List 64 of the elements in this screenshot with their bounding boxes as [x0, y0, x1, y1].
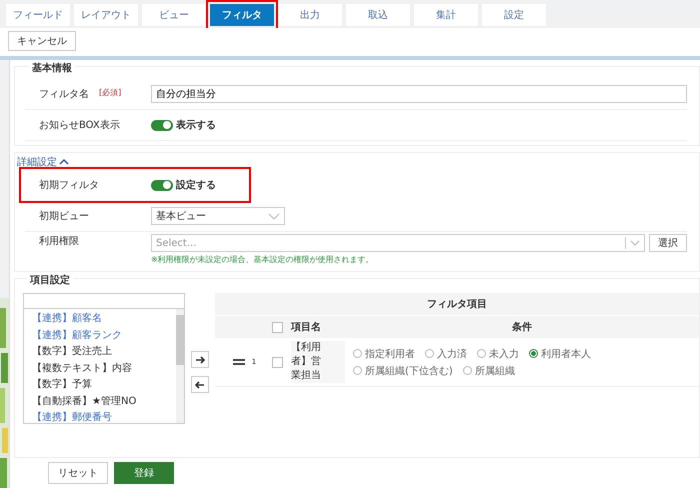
remove-button[interactable] — [191, 376, 209, 393]
tab[interactable]: 設定 — [482, 4, 546, 26]
tab[interactable]: 出力 — [278, 4, 342, 26]
search-field[interactable] — [23, 293, 185, 309]
tab[interactable]: フィールド — [6, 4, 70, 26]
list-item[interactable]: 【連携】顧客名 — [24, 311, 176, 328]
select-button[interactable]: 選択 — [649, 234, 687, 252]
option-label: 利用者本人 — [541, 348, 591, 360]
list-item[interactable]: 【自動採番】★管理NO — [24, 394, 176, 410]
cancel-button[interactable]: キャンセル — [8, 31, 76, 51]
chevron-down-icon — [268, 212, 280, 220]
submit-button[interactable]: 登録 — [114, 462, 174, 484]
radio-button[interactable] — [529, 349, 538, 358]
section-title: 基本情報 — [29, 61, 75, 75]
input-field[interactable]: 自分の担当分 — [151, 85, 687, 103]
details-toggle[interactable]: 詳細設定 — [17, 155, 69, 169]
table-cell-text: 【利用者】営業担当 — [291, 341, 322, 383]
tab[interactable]: 集計 — [414, 4, 478, 26]
option-label: 所属組織(下位含む) — [365, 364, 453, 378]
view-dropdown[interactable]: 基本ビュー — [151, 207, 285, 225]
field-label: お知らせBOX表示 — [39, 118, 121, 132]
drag-handle-icon — [233, 359, 245, 365]
list-item[interactable]: 【数字】受注売上 — [24, 344, 176, 360]
help-text: ※利用権限が未設定の場合、基本設定の権限が使用されます。 — [151, 254, 375, 265]
chevron-down-icon — [625, 237, 640, 249]
toggle-switch[interactable] — [151, 180, 173, 190]
field-label: 初期ビュー — [39, 210, 90, 223]
radio-button[interactable] — [353, 349, 362, 358]
toggle-label: 表示する — [176, 118, 216, 132]
radio-button[interactable] — [462, 366, 472, 375]
radio-button[interactable] — [353, 366, 362, 375]
radio-button[interactable] — [477, 349, 486, 358]
option-label: 未入力 — [489, 348, 519, 360]
chevron-icon — [59, 158, 69, 166]
field-label: フィルタ名 — [39, 88, 89, 101]
arrow-left-icon — [195, 380, 205, 390]
add-button[interactable] — [191, 351, 209, 368]
field-label: 初期フィルタ — [39, 178, 100, 192]
section-title: 項目設定 — [27, 273, 73, 287]
checkbox[interactable] — [272, 356, 282, 368]
scrollbar[interactable] — [176, 309, 184, 423]
column-header: 条件 — [512, 322, 532, 333]
arrow-right-icon — [195, 354, 205, 364]
tab[interactable]: フィルタ — [210, 4, 274, 26]
reset-button[interactable]: リセット — [48, 462, 108, 484]
list-item[interactable]: 【連携】顧客ランク — [24, 328, 176, 344]
field-label: 利用権限 — [39, 234, 80, 248]
list-item[interactable]: 【数字】予算 — [24, 377, 176, 394]
list-item[interactable]: 【連携】郵便番号 — [24, 410, 176, 423]
tab[interactable]: 取込 — [346, 4, 410, 26]
table-title: フィルタ項目 — [427, 298, 487, 311]
toggle-label: 設定する — [176, 178, 216, 192]
tab[interactable]: レイアウト — [74, 4, 138, 26]
toggle-switch[interactable] — [151, 120, 173, 130]
required-mark: [必須] — [99, 87, 122, 99]
list-item[interactable]: 【複数テキスト】内容 — [24, 360, 176, 377]
radio-button[interactable] — [425, 349, 434, 358]
option-label: 入力済 — [437, 348, 467, 360]
tab[interactable]: ビュー — [142, 4, 206, 26]
option-label: 指定利用者 — [365, 348, 415, 360]
option-label: 所属組織 — [474, 364, 515, 378]
checkbox[interactable] — [272, 322, 282, 332]
column-header: 項目名 — [291, 322, 321, 333]
permission-select[interactable]: Select... — [151, 234, 645, 252]
